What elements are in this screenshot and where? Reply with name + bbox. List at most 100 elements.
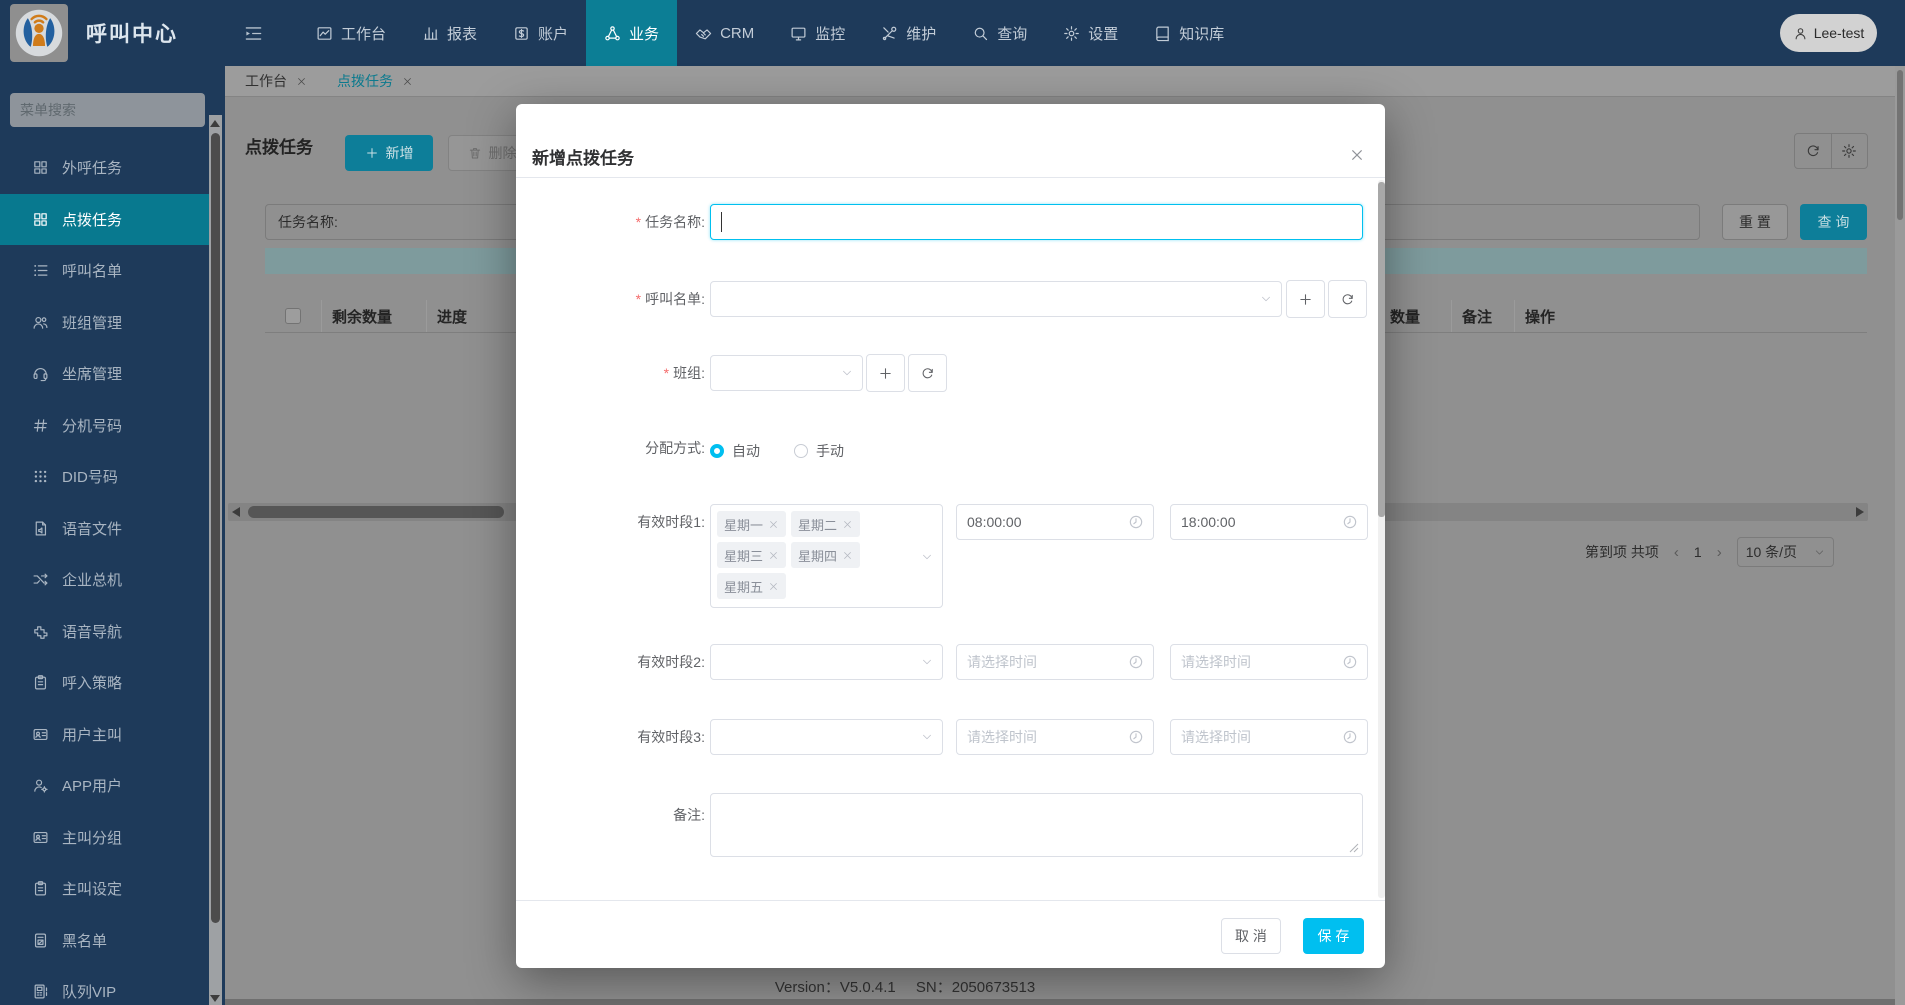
period2-time-to[interactable]: 请选择时间 xyxy=(1170,644,1368,680)
close-icon[interactable] xyxy=(402,76,413,87)
select-all-checkbox[interactable] xyxy=(285,308,301,324)
col-remark[interactable]: 备注 xyxy=(1452,300,1515,332)
refresh-team-button[interactable] xyxy=(908,354,947,392)
sidebar-item-team-mgmt[interactable]: 班组管理 xyxy=(0,297,209,349)
scroll-up-arrow[interactable] xyxy=(210,120,220,127)
app-title: 呼叫中心 xyxy=(86,0,178,66)
sidebar-item-outbound-task[interactable]: 外呼任务 xyxy=(0,142,209,194)
refresh-button[interactable] xyxy=(1795,134,1831,168)
sidebar-collapse-button[interactable] xyxy=(244,0,263,66)
page-size-select[interactable]: 10 条/页 xyxy=(1737,537,1834,567)
sidebar-item-ivr-navigation[interactable]: 语音导航 xyxy=(0,606,209,658)
scroll-left-arrow[interactable] xyxy=(232,507,240,517)
resize-grip-icon[interactable] xyxy=(1349,843,1359,853)
refresh-call-list-button[interactable] xyxy=(1328,280,1367,318)
sidebar-item-did-number[interactable]: DID号码 xyxy=(0,451,209,503)
team-select[interactable] xyxy=(710,355,863,391)
clipboard-icon xyxy=(32,674,49,691)
radio-auto-label[interactable]: 自动 xyxy=(732,441,760,461)
sidebar-item-blacklist[interactable]: 黑名单 xyxy=(0,915,209,967)
radio-auto[interactable] xyxy=(710,444,724,458)
add-button[interactable]: 新增 xyxy=(345,135,433,171)
nav-item-report[interactable]: 报表 xyxy=(404,0,495,66)
col-remaining[interactable]: 剩余数量 xyxy=(322,300,427,332)
sidebar-item-queue-vip[interactable]: 队列VIP xyxy=(0,966,209,1005)
nav-item-maintenance[interactable]: 维护 xyxy=(863,0,954,66)
nav-item-business[interactable]: 业务 xyxy=(586,0,677,66)
page-vertical-scrollbar[interactable] xyxy=(1895,66,1905,1005)
sidebar-scrollbar[interactable] xyxy=(209,115,222,1005)
dialog-scrollbar[interactable] xyxy=(1378,180,1385,898)
sidebar-item-app-user[interactable]: APP用户 xyxy=(0,760,209,812)
chevron-down-icon xyxy=(1814,547,1825,558)
period2-days-select[interactable] xyxy=(710,644,943,680)
sidebar-item-agent-mgmt[interactable]: 坐席管理 xyxy=(0,348,209,400)
sidebar-item-dial-task[interactable]: 点拨任务 xyxy=(0,194,209,246)
period2-time-from[interactable]: 请选择时间 xyxy=(956,644,1154,680)
page-horizontal-scrollbar[interactable] xyxy=(225,999,1905,1005)
period3-time-from[interactable]: 请选择时间 xyxy=(956,719,1154,755)
sidebar-item-caller-setting[interactable]: 主叫设定 xyxy=(0,863,209,915)
sidebar-item-extension-number[interactable]: 分机号码 xyxy=(0,400,209,452)
cancel-button[interactable]: 取 消 xyxy=(1221,918,1281,954)
sidebar-item-enterprise-switchboard[interactable]: 企业总机 xyxy=(0,554,209,606)
period1-days-select[interactable]: 星期一 星期二 星期三 星期四 星期五 xyxy=(710,504,943,608)
save-button[interactable]: 保 存 xyxy=(1303,918,1364,954)
scroll-right-arrow[interactable] xyxy=(1856,507,1864,517)
sidebar-item-user-caller[interactable]: 用户主叫 xyxy=(0,709,209,761)
dialog-scrollbar-thumb[interactable] xyxy=(1378,182,1385,517)
call-list-select[interactable] xyxy=(710,281,1282,317)
current-page[interactable]: 1 xyxy=(1694,544,1702,560)
remove-tag-icon[interactable] xyxy=(768,581,779,592)
remove-tag-icon[interactable] xyxy=(842,550,853,561)
nav-item-workbench[interactable]: 工作台 xyxy=(298,0,404,66)
sidebar-item-call-list[interactable]: 呼叫名单 xyxy=(0,245,209,297)
period3-days-select[interactable] xyxy=(710,719,943,755)
nav-item-monitor[interactable]: 监控 xyxy=(772,0,863,66)
nav-item-query[interactable]: 查询 xyxy=(954,0,1045,66)
nav-item-settings[interactable]: 设置 xyxy=(1045,0,1136,66)
nav-item-knowledge[interactable]: 知识库 xyxy=(1136,0,1242,66)
period3-time-to[interactable]: 请选择时间 xyxy=(1170,719,1368,755)
scroll-down-arrow[interactable] xyxy=(210,995,220,1002)
period1-time-from[interactable]: 08:00:00 xyxy=(956,504,1154,540)
puzzle-icon xyxy=(32,623,49,640)
next-page-button[interactable]: › xyxy=(1717,544,1722,561)
nav-item-crm[interactable]: CRM xyxy=(677,0,772,66)
tab-workbench[interactable]: 工作台 xyxy=(245,71,307,91)
remove-tag-icon[interactable] xyxy=(768,519,779,530)
query-button[interactable]: 查 询 xyxy=(1800,204,1867,240)
radio-manual-label[interactable]: 手动 xyxy=(816,441,844,461)
add-team-button[interactable] xyxy=(866,354,905,392)
column-settings-button[interactable] xyxy=(1831,134,1868,168)
sidebar-scrollbar-thumb[interactable] xyxy=(211,133,220,923)
sidebar-item-voice-file[interactable]: 语音文件 xyxy=(0,503,209,555)
dialog-close-button[interactable] xyxy=(1349,146,1365,163)
col-actions[interactable]: 操作 xyxy=(1515,300,1600,332)
tab-dial-task[interactable]: 点拨任务 xyxy=(337,71,413,91)
col-progress[interactable]: 进度 xyxy=(427,300,520,332)
col-quantity[interactable]: 数量 xyxy=(1380,300,1452,332)
clock-icon xyxy=(1342,514,1358,530)
close-icon[interactable] xyxy=(296,76,307,87)
prev-page-button[interactable]: ‹ xyxy=(1674,544,1679,561)
remove-tag-icon[interactable] xyxy=(768,550,779,561)
remark-textarea[interactable] xyxy=(710,793,1363,857)
page-scrollbar-thumb[interactable] xyxy=(1897,70,1903,220)
sidebar-item-caller-group[interactable]: 主叫分组 xyxy=(0,812,209,864)
assign-method-label: 分配方式: xyxy=(516,430,705,466)
reset-button[interactable]: 重 置 xyxy=(1722,204,1788,240)
sidebar-menu: 外呼任务 点拨任务 呼叫名单 班组管理 坐席管理 分机号码 DID号码 xyxy=(0,142,209,1005)
book-icon xyxy=(1154,25,1171,42)
period1-time-to[interactable]: 18:00:00 xyxy=(1170,504,1368,540)
nav-item-account[interactable]: 账户 xyxy=(495,0,586,66)
task-name-input[interactable] xyxy=(710,204,1363,240)
user-menu-button[interactable]: Lee-test xyxy=(1780,14,1877,52)
refresh-icon xyxy=(1805,143,1821,159)
remove-tag-icon[interactable] xyxy=(842,519,853,530)
add-call-list-button[interactable] xyxy=(1286,280,1325,318)
table-scrollbar-thumb[interactable] xyxy=(248,506,504,518)
radio-manual[interactable] xyxy=(794,444,808,458)
menu-search-input[interactable] xyxy=(10,93,205,127)
sidebar-item-inbound-policy[interactable]: 呼入策略 xyxy=(0,657,209,709)
